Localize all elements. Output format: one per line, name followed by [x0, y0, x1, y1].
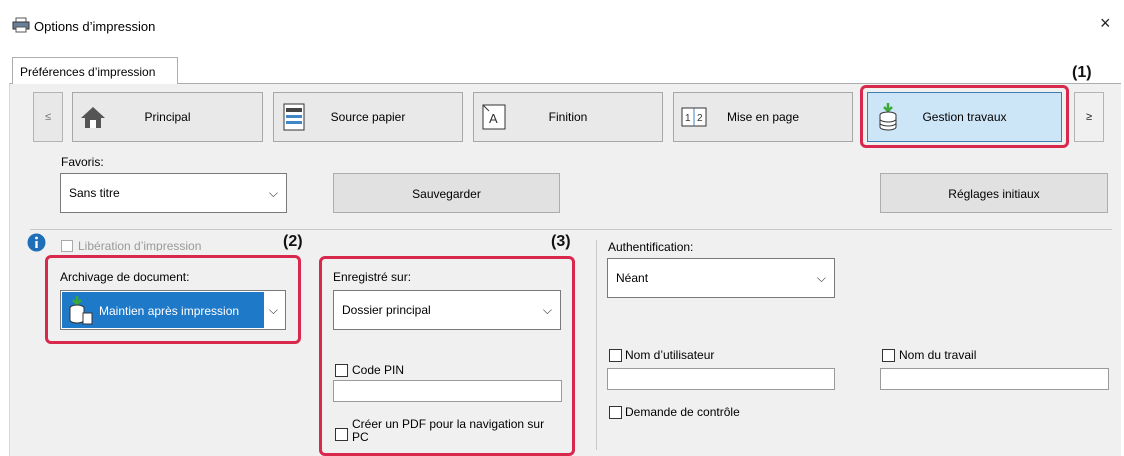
- toolbar-mise-en-page-button[interactable]: 1 2 Mise en page: [673, 92, 853, 142]
- favorites-label: Favoris:: [61, 155, 104, 169]
- favorites-value: Sans titre: [69, 186, 120, 200]
- pdf-checkbox[interactable]: [335, 428, 348, 441]
- pin-checkbox[interactable]: [335, 364, 348, 377]
- pin-label: Code PIN: [352, 363, 405, 377]
- printer-icon: [12, 17, 30, 33]
- close-icon[interactable]: ×: [1100, 14, 1111, 32]
- chevron-down-icon: ⌵: [268, 186, 278, 200]
- release-checkbox[interactable]: [61, 240, 73, 252]
- save-button[interactable]: Sauvegarder: [333, 173, 560, 213]
- toolbar-next-button[interactable]: ≥: [1074, 92, 1104, 142]
- favorites-select[interactable]: Sans titre ⌵: [60, 173, 287, 213]
- chevron-down-icon: ⌵: [268, 303, 278, 317]
- username-checkbox[interactable]: [609, 349, 622, 362]
- window-title: Options d’impression: [34, 19, 156, 34]
- title-bar: [0, 0, 1124, 46]
- jobname-label: Nom du travail: [899, 348, 977, 362]
- username-label: Nom d’utilisateur: [625, 348, 715, 362]
- confirm-checkbox[interactable]: [609, 406, 622, 419]
- toolbar-principal-button[interactable]: Principal: [72, 92, 263, 142]
- toolbar-source-papier-button[interactable]: Source papier: [273, 92, 463, 142]
- vertical-separator: [596, 240, 597, 450]
- toolbar-gestion-travaux-button[interactable]: Gestion travaux: [867, 92, 1062, 142]
- release-label: Libération d’impression: [78, 239, 202, 251]
- archive-value: Maintien après impression: [99, 304, 240, 318]
- pdf-label-line1: Créer un PDF pour la navigation sur: [352, 417, 545, 431]
- callout-1: (1): [1072, 64, 1092, 81]
- pin-input[interactable]: [333, 380, 562, 402]
- toolbar-label: Principal: [144, 110, 191, 124]
- jobname-input[interactable]: [880, 368, 1109, 390]
- username-input[interactable]: [607, 368, 835, 390]
- toolbar-prev-button[interactable]: ≤: [33, 92, 63, 142]
- stored-on-value: Dossier principal: [342, 303, 431, 317]
- job-storage-icon: [69, 296, 93, 325]
- auth-select[interactable]: Néant ⌵: [607, 258, 835, 298]
- separator: [30, 229, 1112, 230]
- chevron-down-icon: ⌵: [542, 303, 552, 317]
- toolbar-label: Source papier: [330, 110, 406, 124]
- stored-on-label: Enregistré sur:: [333, 270, 412, 284]
- toolbar-label: Mise en page: [726, 110, 800, 124]
- archive-label: Archivage de document:: [60, 270, 190, 284]
- pdf-label-line2: PC: [352, 430, 369, 444]
- archive-select[interactable]: Maintien après impression ⌵: [60, 290, 286, 330]
- jobname-checkbox[interactable]: [882, 349, 895, 362]
- toolbar-finition-button[interactable]: A Finition: [473, 92, 663, 142]
- toolbar-label: Gestion travaux: [922, 110, 1007, 124]
- defaults-button[interactable]: Réglages initiaux: [880, 173, 1108, 213]
- callout-2: (2): [283, 233, 303, 250]
- confirm-label: Demande de contrôle: [625, 405, 740, 419]
- toolbar-label: Finition: [548, 110, 588, 124]
- tab-print-preferences[interactable]: Préférences d’impression: [12, 57, 178, 84]
- auth-label: Authentification:: [608, 240, 694, 254]
- pdf-label: Créer un PDF pour la navigation sur PC: [352, 418, 544, 444]
- callout-3: (3): [551, 233, 571, 250]
- chevron-down-icon: ⌵: [816, 271, 826, 285]
- auth-value: Néant: [616, 271, 649, 285]
- stored-on-select[interactable]: Dossier principal ⌵: [333, 290, 561, 330]
- info-icon: [27, 233, 46, 252]
